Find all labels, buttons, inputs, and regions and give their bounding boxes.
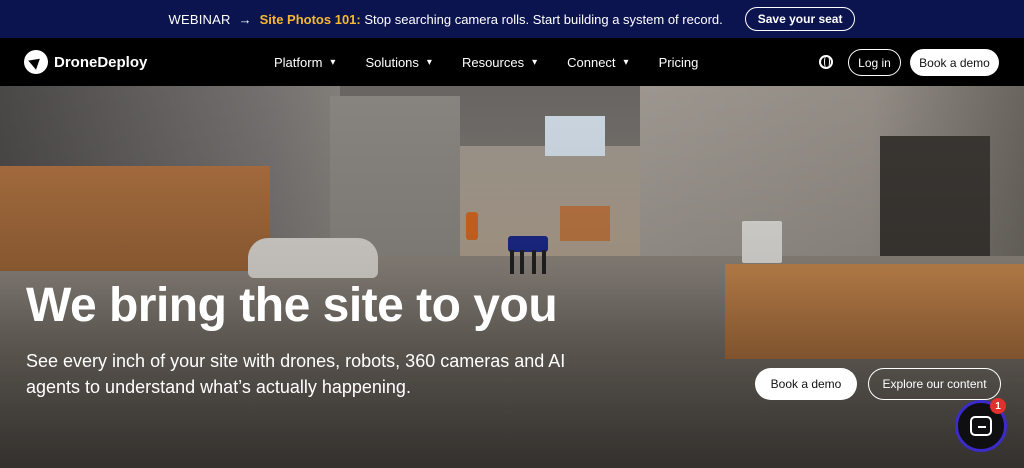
nav-item-label: Solutions	[365, 54, 419, 70]
logo-mark-icon	[24, 50, 48, 74]
main-nav: DroneDeploy Platform ▾ Solutions ▾ Resou…	[0, 38, 1024, 86]
announcement-message[interactable]: Stop searching camera rolls. Start build…	[364, 12, 722, 27]
announcement-bar: WEBINAR → Site Photos 101: Stop searchin…	[0, 0, 1024, 38]
chevron-down-icon: ▾	[623, 56, 629, 68]
nav-item-connect[interactable]: Connect ▾	[567, 55, 628, 70]
hero-subtitle: See every inch of your site with drones,…	[26, 351, 566, 397]
chevron-down-icon: ▾	[330, 56, 336, 68]
brand-name: DroneDeploy	[54, 53, 148, 71]
hero-title: We bring the site to you	[26, 279, 558, 332]
chevron-down-icon: ▾	[426, 56, 432, 68]
nav-item-label: Resources	[461, 54, 525, 70]
nav-item-platform[interactable]: Platform ▾	[274, 55, 335, 70]
nav-item-label: Connect	[567, 54, 616, 70]
nav-item-resources[interactable]: Resources ▾	[462, 55, 537, 70]
hero-section: We bring the site to you See every inch …	[0, 86, 1024, 468]
announcement-highlight[interactable]: Site Photos 101:	[260, 12, 361, 27]
login-button[interactable]: Log in	[848, 49, 901, 76]
save-seat-button[interactable]: Save your seat	[744, 7, 856, 31]
brand-logo[interactable]: DroneDeploy	[24, 50, 147, 74]
nav-item-label: Platform	[274, 54, 323, 70]
arrow-right-icon: →	[238, 11, 252, 27]
chat-notification-badge: 1	[990, 398, 1006, 414]
nav-menu: Platform ▾ Solutions ▾ Resources ▾ Conne…	[274, 38, 728, 86]
explore-content-button[interactable]: Explore our content	[868, 368, 1001, 400]
nav-item-label: Pricing	[658, 54, 699, 70]
announcement-prefix: WEBINAR	[168, 11, 231, 27]
hero-overlay	[0, 86, 1024, 468]
globe-icon[interactable]	[819, 55, 833, 69]
nav-item-pricing[interactable]: Pricing	[659, 55, 699, 70]
chat-icon	[970, 416, 992, 436]
book-demo-nav-button[interactable]: Book a demo	[910, 49, 999, 76]
nav-item-solutions[interactable]: Solutions ▾	[365, 55, 432, 70]
chevron-down-icon: ▾	[532, 56, 538, 68]
book-demo-button[interactable]: Book a demo	[755, 368, 857, 400]
